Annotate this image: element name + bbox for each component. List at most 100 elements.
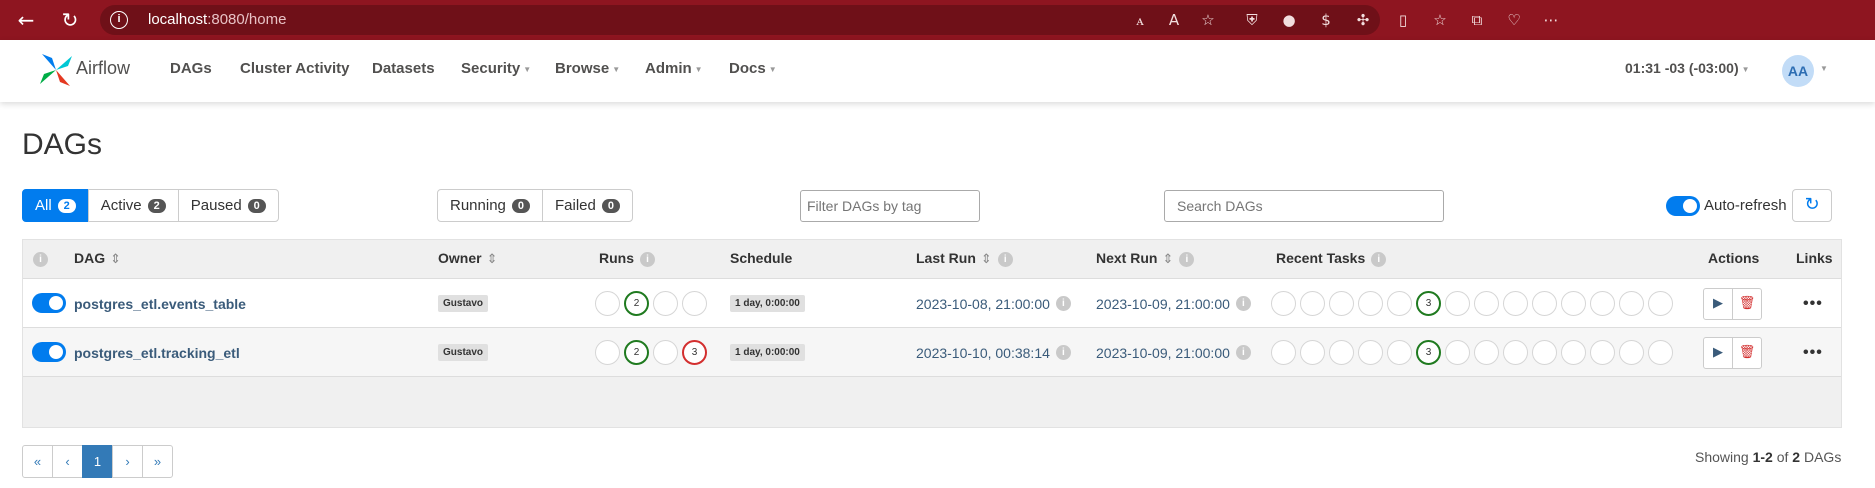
current-page-button[interactable]: 1 xyxy=(82,445,113,478)
info-icon[interactable]: i xyxy=(640,251,655,267)
task-state-circle[interactable] xyxy=(1329,340,1354,365)
header-owner[interactable]: Owner ⇕ xyxy=(438,250,497,267)
url-text[interactable]: localhost:8080/home xyxy=(148,11,286,28)
dag-pause-toggle[interactable] xyxy=(32,342,66,362)
split-screen-icon[interactable]: ▯ xyxy=(1393,10,1413,30)
task-state-circle[interactable] xyxy=(1532,340,1557,365)
task-state-circle[interactable] xyxy=(1561,291,1586,316)
run-state-circle[interactable] xyxy=(595,291,620,316)
nav-admin[interactable]: Admin ▼ xyxy=(645,60,703,77)
search-input[interactable] xyxy=(1164,190,1444,222)
filter-running-button[interactable]: Running 0 xyxy=(437,189,544,222)
nav-security[interactable]: Security ▼ xyxy=(461,60,531,77)
first-page-button[interactable]: « xyxy=(22,445,53,478)
avatar[interactable]: AA xyxy=(1782,55,1814,87)
task-state-circle[interactable] xyxy=(1271,340,1296,365)
dollar-extension-icon[interactable]: $ xyxy=(1316,10,1336,30)
task-state-circle[interactable] xyxy=(1474,340,1499,365)
filter-all-button[interactable]: All 2 xyxy=(22,189,89,222)
task-state-circle[interactable] xyxy=(1387,291,1412,316)
site-info-icon[interactable]: i xyxy=(110,11,128,29)
owner-tag[interactable]: Gustavo xyxy=(438,344,489,361)
schedule-tag[interactable]: 1 day, 0:00:00 xyxy=(730,344,805,361)
run-state-circle[interactable] xyxy=(595,340,620,365)
tag-filter-input[interactable] xyxy=(800,190,980,222)
task-state-circle[interactable] xyxy=(1387,340,1412,365)
task-state-circle[interactable] xyxy=(1474,291,1499,316)
trigger-dag-button[interactable]: ▶ xyxy=(1703,287,1733,320)
run-state-circle[interactable]: 2 xyxy=(624,340,649,365)
task-state-circle[interactable]: 3 xyxy=(1416,291,1441,316)
nav-dags[interactable]: DAGs xyxy=(170,60,212,77)
task-state-circle[interactable] xyxy=(1329,291,1354,316)
next-page-button[interactable]: › xyxy=(112,445,143,478)
owner-tag[interactable]: Gustavo xyxy=(438,295,489,312)
task-state-circle[interactable] xyxy=(1590,340,1615,365)
task-state-circle[interactable] xyxy=(1300,291,1325,316)
task-state-circle[interactable] xyxy=(1358,340,1383,365)
task-state-circle[interactable] xyxy=(1503,291,1528,316)
dag-name-link[interactable]: postgres_etl.events_table xyxy=(74,296,246,312)
links-menu-button[interactable]: ••• xyxy=(1803,344,1823,362)
delete-dag-button[interactable]: 🗑 xyxy=(1732,336,1762,369)
refresh-button[interactable]: ↻ xyxy=(1792,189,1832,222)
run-state-circle[interactable] xyxy=(682,291,707,316)
favorites-icon[interactable]: ☆ xyxy=(1430,10,1450,30)
back-icon[interactable]: ← xyxy=(14,8,38,32)
dag-pause-toggle[interactable] xyxy=(32,293,66,313)
favorite-star-icon[interactable]: ☆ xyxy=(1198,10,1218,30)
task-state-circle[interactable] xyxy=(1561,340,1586,365)
task-state-circle[interactable] xyxy=(1445,340,1470,365)
task-state-circle[interactable] xyxy=(1503,340,1528,365)
reload-icon[interactable]: ↻ xyxy=(58,8,82,32)
info-icon[interactable]: i xyxy=(1371,251,1387,267)
prev-page-button[interactable]: ‹ xyxy=(52,445,83,478)
task-state-circle[interactable] xyxy=(1590,291,1615,316)
last-run-date[interactable]: 2023-10-08, 21:00:00 xyxy=(916,296,1050,312)
timezone-dropdown[interactable]: 01:31 -03 (-03:00) ▼ xyxy=(1625,60,1750,76)
more-menu-icon[interactable]: ⋯ xyxy=(1541,10,1561,30)
task-state-circle[interactable] xyxy=(1619,291,1644,316)
extension-icon[interactable]: ● xyxy=(1279,10,1299,30)
run-state-circle[interactable] xyxy=(653,291,678,316)
run-state-circle[interactable] xyxy=(653,340,678,365)
trigger-dag-button[interactable]: ▶ xyxy=(1703,336,1733,369)
auto-refresh-toggle[interactable] xyxy=(1666,196,1700,216)
info-icon[interactable]: i xyxy=(1055,296,1071,311)
dag-name-link[interactable]: postgres_etl.tracking_etl xyxy=(74,345,240,361)
nav-docs[interactable]: Docs ▼ xyxy=(729,60,777,77)
nav-datasets[interactable]: Datasets xyxy=(372,60,435,77)
filter-active-button[interactable]: Active 2 xyxy=(87,189,179,222)
schedule-tag[interactable]: 1 day, 0:00:00 xyxy=(730,295,805,312)
read-aloud-icon[interactable]: ꭺ xyxy=(1130,10,1150,30)
task-state-circle[interactable] xyxy=(1271,291,1296,316)
info-icon[interactable]: i xyxy=(1235,345,1251,360)
task-state-circle[interactable] xyxy=(1358,291,1383,316)
last-page-button[interactable]: » xyxy=(142,445,173,478)
task-state-circle[interactable]: 3 xyxy=(1416,340,1441,365)
last-run-date[interactable]: 2023-10-10, 00:38:14 xyxy=(916,345,1050,361)
text-size-icon[interactable]: A xyxy=(1164,10,1184,30)
header-next-run[interactable]: Next Run ⇕ i xyxy=(1096,250,1195,267)
info-icon[interactable]: i xyxy=(997,251,1013,267)
task-state-circle[interactable] xyxy=(1648,340,1673,365)
links-menu-button[interactable]: ••• xyxy=(1803,295,1823,313)
info-icon[interactable]: i xyxy=(1179,251,1195,267)
puzzle-extensions-icon[interactable]: ✣ xyxy=(1353,10,1373,30)
run-state-circle[interactable]: 3 xyxy=(682,340,707,365)
header-dag[interactable]: DAG ⇕ xyxy=(74,250,121,267)
nav-cluster-activity[interactable]: Cluster Activity xyxy=(240,60,349,77)
chevron-down-icon[interactable]: ▼ xyxy=(1820,64,1828,73)
nav-browse[interactable]: Browse ▼ xyxy=(555,60,620,77)
collections-icon[interactable]: ⧉ xyxy=(1467,10,1487,30)
address-bar[interactable]: i localhost:8080/home ꭺ A ☆ xyxy=(100,5,1380,35)
filter-failed-button[interactable]: Failed 0 xyxy=(542,189,633,222)
info-icon[interactable]: i xyxy=(1055,345,1071,360)
task-state-circle[interactable] xyxy=(1648,291,1673,316)
task-state-circle[interactable] xyxy=(1532,291,1557,316)
task-state-circle[interactable] xyxy=(1619,340,1644,365)
delete-dag-button[interactable]: 🗑 xyxy=(1732,287,1762,320)
browser-essentials-icon[interactable]: ♡ xyxy=(1504,10,1524,30)
task-state-circle[interactable] xyxy=(1300,340,1325,365)
run-state-circle[interactable]: 2 xyxy=(624,291,649,316)
